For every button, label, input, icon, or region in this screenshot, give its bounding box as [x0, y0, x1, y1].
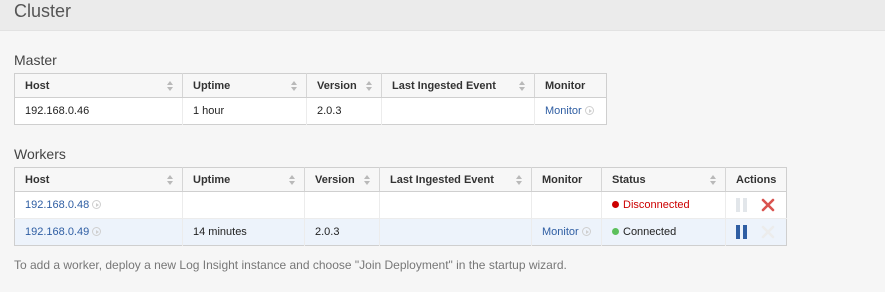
worker-host-cell: 192.168.0.48 — [14, 191, 183, 219]
worker-host-cell: 192.168.0.49 — [14, 218, 183, 246]
master-col-host[interactable]: Host — [14, 73, 183, 98]
worker-actions-cell — [726, 192, 787, 219]
sort-icon[interactable] — [364, 175, 371, 185]
status-dot-icon — [612, 228, 619, 235]
worker-last-event — [379, 191, 532, 219]
workers-col-actions: Actions — [725, 167, 787, 192]
circle-arrow-icon[interactable] — [584, 106, 594, 115]
status-dot-icon — [612, 201, 619, 208]
master-monitor-link[interactable]: Monitor — [545, 105, 582, 117]
circle-arrow-icon[interactable] — [92, 200, 102, 209]
master-section-title: Master — [14, 52, 57, 68]
master-col-version[interactable]: Version — [306, 73, 382, 98]
workers-col-version[interactable]: Version — [304, 167, 380, 192]
workers-col-uptime[interactable]: Uptime — [182, 167, 305, 192]
sort-icon[interactable] — [366, 81, 373, 91]
master-header-row: Host Uptime Version Last Ingested Event … — [14, 73, 607, 98]
sort-icon[interactable] — [289, 175, 296, 185]
remove-icon[interactable] — [761, 198, 775, 212]
pause-icon[interactable] — [736, 225, 748, 239]
table-row: 192.168.0.46 1 hour 2.0.3 Monitor — [14, 97, 607, 125]
workers-header-row: Host Uptime Version Last Ingested Event … — [14, 167, 787, 192]
master-monitor-cell: Monitor — [535, 98, 607, 125]
workers-table: Host Uptime Version Last Ingested Event … — [14, 167, 787, 246]
master-last-event — [381, 97, 535, 125]
worker-status-cell: Connected — [601, 218, 726, 246]
master-col-last-event[interactable]: Last Ingested Event — [381, 73, 535, 98]
table-row: 192.168.0.48 Disconnected — [14, 191, 787, 219]
worker-actions-cell — [725, 218, 787, 246]
master-table: Host Uptime Version Last Ingested Event … — [14, 73, 607, 125]
worker-host-link[interactable]: 192.168.0.49 — [25, 226, 89, 238]
page-header: Cluster — [0, 0, 885, 31]
worker-status-cell: Disconnected — [601, 191, 726, 219]
worker-host-link[interactable]: 192.168.0.48 — [25, 199, 89, 211]
worker-last-event — [379, 218, 532, 246]
status-badge: Disconnected — [623, 199, 690, 211]
master-uptime: 1 hour — [182, 97, 307, 125]
sort-icon[interactable] — [167, 81, 174, 91]
workers-col-host[interactable]: Host — [14, 167, 183, 192]
master-col-monitor: Monitor — [534, 73, 607, 98]
pause-icon — [736, 198, 748, 212]
table-row: 192.168.0.49 14 minutes 2.0.3 Monitor Co… — [14, 218, 787, 246]
worker-monitor-cell — [531, 191, 602, 219]
circle-arrow-icon[interactable] — [581, 227, 591, 236]
worker-uptime: 14 minutes — [182, 218, 305, 246]
master-version: 2.0.3 — [306, 97, 382, 125]
workers-col-status[interactable]: Status — [601, 167, 726, 192]
workers-col-monitor: Monitor — [531, 167, 602, 192]
sort-icon[interactable] — [167, 175, 174, 185]
footnote: To add a worker, deploy a new Log Insigh… — [14, 258, 567, 272]
circle-arrow-icon[interactable] — [92, 227, 102, 236]
master-host: 192.168.0.46 — [14, 97, 183, 125]
status-badge: Connected — [623, 226, 677, 238]
worker-version — [304, 191, 380, 219]
worker-monitor-link[interactable]: Monitor — [542, 226, 579, 238]
page-title: Cluster — [14, 1, 72, 21]
worker-version: 2.0.3 — [304, 218, 380, 246]
master-col-uptime[interactable]: Uptime — [182, 73, 307, 98]
sort-icon[interactable] — [291, 81, 298, 91]
worker-uptime — [182, 191, 305, 219]
worker-monitor-cell: Monitor — [531, 218, 602, 246]
sort-icon[interactable] — [516, 175, 523, 185]
remove-icon — [761, 225, 775, 239]
sort-icon[interactable] — [519, 81, 526, 91]
sort-icon[interactable] — [710, 175, 717, 185]
workers-col-last-event[interactable]: Last Ingested Event — [379, 167, 532, 192]
workers-section-title: Workers — [14, 146, 66, 162]
